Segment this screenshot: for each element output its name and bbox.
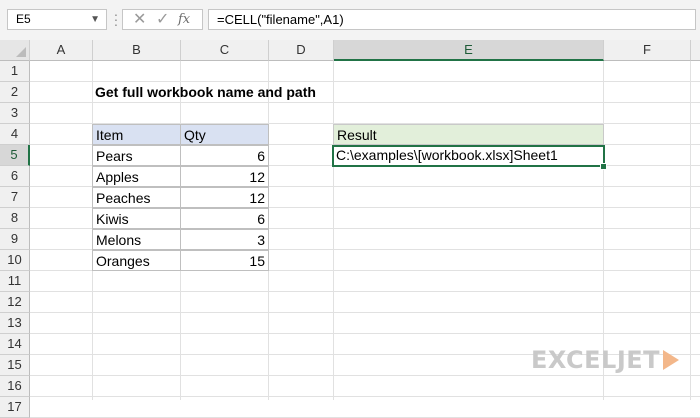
row-header-14[interactable]: 14 bbox=[0, 334, 30, 355]
check-icon[interactable]: ✓ bbox=[156, 10, 169, 29]
sheet-title: Get full workbook name and path bbox=[95, 84, 316, 100]
gridline bbox=[30, 333, 700, 334]
row-header-8[interactable]: 8 bbox=[0, 208, 30, 229]
gridline bbox=[30, 312, 700, 313]
table-header-qty[interactable]: Qty bbox=[180, 124, 269, 145]
table-cell-item[interactable]: Peaches bbox=[92, 187, 181, 208]
row-header-10[interactable]: 10 bbox=[0, 250, 30, 271]
name-box[interactable]: E5 ▼ bbox=[7, 9, 107, 30]
table-header-item[interactable]: Item bbox=[92, 124, 181, 145]
row-header-7[interactable]: 7 bbox=[0, 187, 30, 208]
result-header[interactable]: Result bbox=[333, 124, 604, 145]
x-icon[interactable]: ✕ bbox=[133, 10, 146, 29]
column-header-a[interactable]: A bbox=[30, 40, 93, 61]
table-cell-item[interactable]: Melons bbox=[92, 229, 181, 250]
row-header-3[interactable]: 3 bbox=[0, 103, 30, 124]
column-header-c[interactable]: C bbox=[181, 40, 269, 61]
table-cell-qty[interactable]: 12 bbox=[180, 187, 269, 208]
table-cell-qty[interactable]: 12 bbox=[180, 166, 269, 187]
column-header-e[interactable]: E bbox=[334, 40, 604, 61]
formula-buttons: ✕ ✓ fx bbox=[122, 9, 203, 30]
row-header-5[interactable]: 5 bbox=[0, 145, 30, 166]
formula-bar-area: E5 ▼ · · · ✕ ✓ fx =CELL("filename",A1) bbox=[0, 0, 700, 40]
table-cell-qty[interactable]: 15 bbox=[180, 250, 269, 271]
formula-input[interactable]: =CELL("filename",A1) bbox=[208, 9, 696, 30]
row-header-17[interactable]: 17 bbox=[0, 397, 30, 418]
gridline bbox=[333, 61, 334, 400]
row-header-1[interactable]: 1 bbox=[0, 61, 30, 82]
row-header-2[interactable]: 2 bbox=[0, 82, 30, 103]
table-cell-item[interactable]: Apples bbox=[92, 166, 181, 187]
row-header-6[interactable]: 6 bbox=[0, 166, 30, 187]
table-cell-qty[interactable]: 6 bbox=[180, 208, 269, 229]
insert-function-button[interactable]: fx bbox=[178, 10, 190, 29]
table-cell-qty[interactable]: 3 bbox=[180, 229, 269, 250]
column-header-f[interactable]: F bbox=[604, 40, 691, 61]
name-box-value: E5 bbox=[16, 12, 31, 26]
row-header-16[interactable]: 16 bbox=[0, 376, 30, 397]
table-cell-item[interactable]: Kiwis bbox=[92, 208, 181, 229]
table-cell-item[interactable]: Oranges bbox=[92, 250, 181, 271]
row-header-11[interactable]: 11 bbox=[0, 271, 30, 292]
row-header-12[interactable]: 12 bbox=[0, 292, 30, 313]
column-header-g[interactable] bbox=[691, 40, 700, 61]
column-header-d[interactable]: D bbox=[269, 40, 334, 61]
row-header-13[interactable]: 13 bbox=[0, 313, 30, 334]
gridline bbox=[690, 61, 691, 400]
row-header-9[interactable]: 9 bbox=[0, 229, 30, 250]
result-cell-e5[interactable]: C:\examples\[workbook.xlsx]Sheet1 bbox=[332, 145, 605, 167]
gridline bbox=[30, 291, 700, 292]
row-header-4[interactable]: 4 bbox=[0, 124, 30, 145]
exceljet-logo: EXCELJET bbox=[531, 346, 661, 374]
chevron-down-icon[interactable]: ▼ bbox=[90, 10, 100, 29]
logo-arrow-icon bbox=[663, 350, 679, 370]
row-header-15[interactable]: 15 bbox=[0, 355, 30, 376]
fill-handle[interactable] bbox=[600, 163, 607, 170]
table-cell-item[interactable]: Pears bbox=[92, 145, 181, 166]
select-all-corner[interactable] bbox=[0, 40, 30, 61]
gridline bbox=[30, 375, 700, 376]
column-header-b[interactable]: B bbox=[93, 40, 181, 61]
gridline bbox=[30, 396, 700, 397]
table-cell-qty[interactable]: 6 bbox=[180, 145, 269, 166]
drag-handle-icon[interactable]: · · · bbox=[113, 7, 119, 31]
